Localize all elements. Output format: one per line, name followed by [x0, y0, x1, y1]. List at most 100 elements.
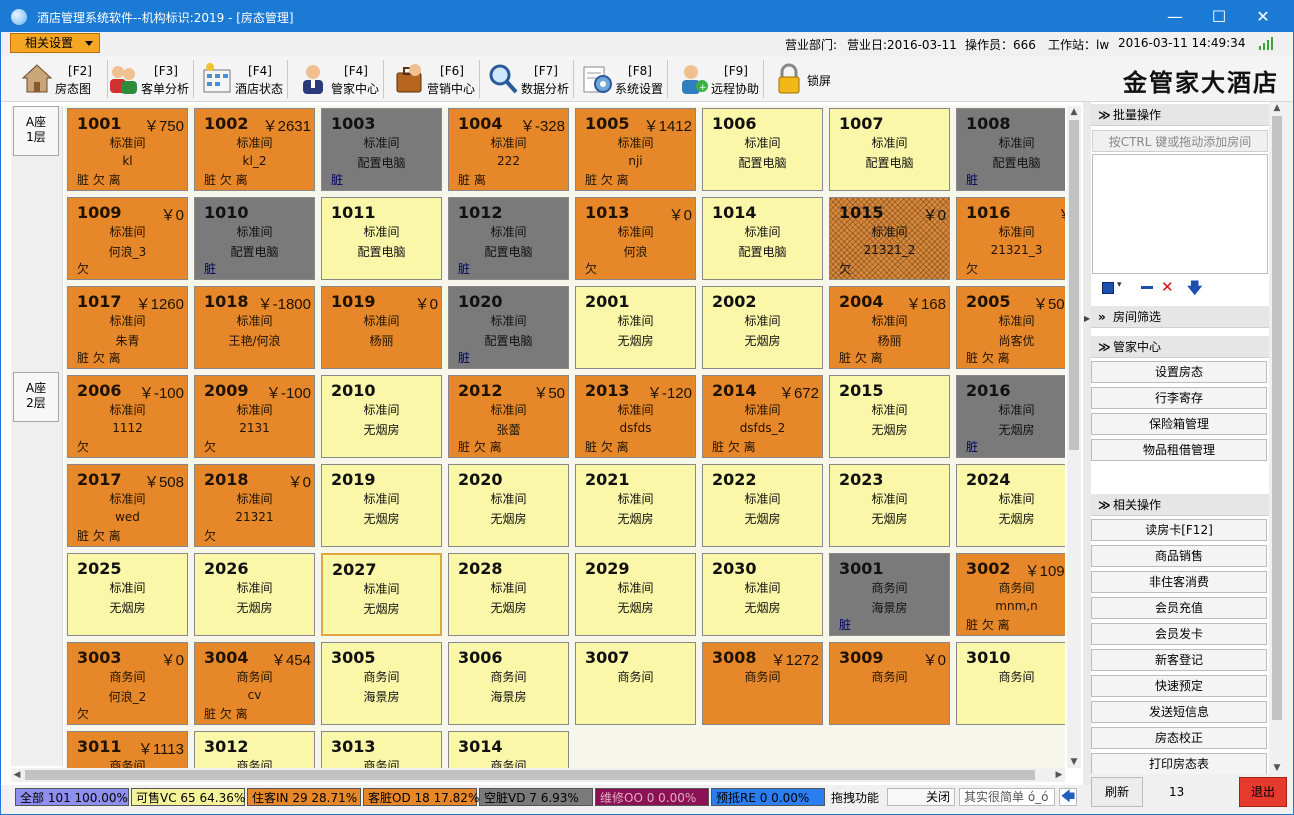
- room-tile-3013[interactable]: 3013 商务间: [321, 731, 442, 768]
- room-tile-2002[interactable]: 2002 标准间 无烟房: [702, 286, 823, 369]
- select-all-icon[interactable]: [1102, 282, 1114, 294]
- legend-item-3[interactable]: 住客IN 29 28.71%: [247, 788, 361, 806]
- related-button-5[interactable]: 会员发卡: [1091, 623, 1267, 645]
- delete-icon[interactable]: ✕: [1161, 278, 1174, 296]
- butler-center-header[interactable]: ≫ 管家中心: [1091, 336, 1269, 358]
- room-tile-2030[interactable]: 2030 标准间 无烟房: [702, 553, 823, 636]
- room-tile-2024[interactable]: 2024 标准间 无烟房: [956, 464, 1065, 547]
- room-tile-2006[interactable]: 2006 ￥-100 标准间 1112 欠: [67, 375, 188, 458]
- toolbar-button-9[interactable]: 锁屏: [773, 60, 831, 100]
- room-tile-1007[interactable]: 1007 标准间 配置电脑: [829, 108, 950, 191]
- scroll-thumb[interactable]: [1069, 120, 1079, 450]
- toolbar-button-5[interactable]: [F6] 营销中心: [393, 60, 477, 100]
- legend-item-1[interactable]: 全部 101 100.00%: [15, 788, 129, 806]
- room-tile-1015[interactable]: 1015 ￥0 标准间 21321_2 欠: [829, 197, 950, 280]
- legend-item-5[interactable]: 空脏VD 7 6.93%: [479, 788, 593, 806]
- toolbar-button-8[interactable]: + [F9] 远程协助: [677, 60, 761, 100]
- legend-item-2[interactable]: 可售VC 65 64.36%: [131, 788, 245, 806]
- panel-splitter[interactable]: ▶: [1083, 102, 1091, 785]
- room-tile-1006[interactable]: 1006 标准间 配置电脑: [702, 108, 823, 191]
- scroll-down-icon[interactable]: ▼: [1067, 756, 1081, 768]
- move-down-icon[interactable]: 🡇: [1187, 278, 1202, 303]
- room-tile-2025[interactable]: 2025 标准间 无烟房: [67, 553, 188, 636]
- room-tile-2029[interactable]: 2029 标准间 无烟房: [575, 553, 696, 636]
- room-tile-1017[interactable]: 1017 ￥1260 标准间 朱青脏 欠 离: [67, 286, 188, 369]
- room-tile-3004[interactable]: 3004 ￥454 商务间 cv 脏 欠 离: [194, 642, 315, 725]
- related-button-7[interactable]: 快速预定: [1091, 675, 1267, 697]
- room-tile-1010[interactable]: 1010 标准间 配置电脑脏: [194, 197, 315, 280]
- room-tile-1013[interactable]: 1013 ￥0 标准间 何浪欠: [575, 197, 696, 280]
- close-icon[interactable]: ✕: [1241, 1, 1285, 32]
- related-button-9[interactable]: 房态校正: [1091, 727, 1267, 749]
- right-panel-scrollbar[interactable]: ▲ ▼: [1269, 102, 1285, 774]
- room-tile-2028[interactable]: 2028 标准间 无烟房: [448, 553, 569, 636]
- room-tile-2013[interactable]: 2013 ￥-120 标准间 dsfds 脏 欠 离: [575, 375, 696, 458]
- room-tile-2014[interactable]: 2014 ￥672 标准间 dsfds_2 脏 欠 离: [702, 375, 823, 458]
- minimize-icon[interactable]: —: [1153, 1, 1197, 32]
- batch-ops-header[interactable]: ≫ 批量操作: [1091, 104, 1269, 126]
- room-tile-2009[interactable]: 2009 ￥-100 标准间 2131 欠: [194, 375, 315, 458]
- room-tile-2026[interactable]: 2026 标准间 无烟房: [194, 553, 315, 636]
- room-tile-1018[interactable]: 1018 ￥-1800 标准间 王艳/何浪: [194, 286, 315, 369]
- room-tile-3009[interactable]: 3009 ￥0 商务间: [829, 642, 950, 725]
- butler-button-1[interactable]: 设置房态: [1091, 361, 1267, 383]
- batch-room-list[interactable]: [1092, 154, 1268, 274]
- room-tile-1009[interactable]: 1009 ￥0 标准间 何浪_3 欠: [67, 197, 188, 280]
- exit-button[interactable]: 退出: [1239, 777, 1287, 807]
- related-settings-dropdown[interactable]: 相关设置: [10, 33, 100, 53]
- room-tile-2022[interactable]: 2022 标准间 无烟房: [702, 464, 823, 547]
- room-tile-3011[interactable]: 3011 ￥1113 商务间: [67, 731, 188, 768]
- room-tile-2020[interactable]: 2020 标准间 无烟房: [448, 464, 569, 547]
- scroll-left-icon[interactable]: ◀: [11, 768, 23, 782]
- floor-button-2[interactable]: A座 2层: [13, 372, 59, 422]
- related-button-2[interactable]: 商品销售: [1091, 545, 1267, 567]
- room-tile-2027[interactable]: 2027 标准间 无烟房: [321, 553, 442, 636]
- room-tile-3005[interactable]: 3005 商务间 海景房: [321, 642, 442, 725]
- room-tile-3008[interactable]: 3008 ￥1272 商务间: [702, 642, 823, 725]
- room-grid-vscrollbar[interactable]: ▲ ▼: [1067, 106, 1081, 768]
- room-tile-1005[interactable]: 1005 ￥1412 标准间 nji 脏 欠 离: [575, 108, 696, 191]
- room-tile-1002[interactable]: 1002 ￥2631 标准间 kl_2 脏 欠 离: [194, 108, 315, 191]
- legend-item-4[interactable]: 客脏OD 18 17.82%: [363, 788, 479, 806]
- related-button-8[interactable]: 发送短信息: [1091, 701, 1267, 723]
- toolbar-button-4[interactable]: [F4] 管家中心: [297, 60, 381, 100]
- butler-button-2[interactable]: 行李寄存: [1091, 387, 1267, 409]
- room-tile-1004[interactable]: 1004 ￥-328 标准间 222 脏 离: [448, 108, 569, 191]
- room-tile-3002[interactable]: 3002 ￥1092商务间 mnm,n 脏 欠 离: [956, 553, 1065, 636]
- drag-close-button[interactable]: 关闭: [887, 788, 955, 806]
- butler-button-4[interactable]: 物品租借管理: [1091, 439, 1267, 461]
- related-button-1[interactable]: 读房卡[F12]: [1091, 519, 1267, 541]
- room-filter-header[interactable]: » 房间筛选: [1091, 306, 1269, 328]
- room-tile-1011[interactable]: 1011 标准间 配置电脑: [321, 197, 442, 280]
- room-tile-2004[interactable]: 2004 ￥168 标准间 杨丽脏 欠 离: [829, 286, 950, 369]
- scroll-down-icon[interactable]: ▼: [1269, 762, 1285, 774]
- room-tile-2015[interactable]: 2015 标准间 无烟房: [829, 375, 950, 458]
- room-tile-1001[interactable]: 1001 ￥750 标准间 kl 脏 欠 离: [67, 108, 188, 191]
- collapse-arrow-icon[interactable]: ▶: [1084, 314, 1090, 323]
- room-tile-1008[interactable]: 1008 标准间 配置电脑脏: [956, 108, 1065, 191]
- room-tile-2017[interactable]: 2017 ￥508 标准间 wed 脏 欠 离: [67, 464, 188, 547]
- room-tile-2019[interactable]: 2019 标准间 无烟房: [321, 464, 442, 547]
- remove-icon[interactable]: [1141, 286, 1153, 289]
- room-tile-2012[interactable]: 2012 ￥50 标准间 张蕾脏 欠 离: [448, 375, 569, 458]
- scroll-up-icon[interactable]: ▲: [1269, 102, 1285, 114]
- room-tile-2018[interactable]: 2018 ￥0 标准间 21321 欠: [194, 464, 315, 547]
- room-tile-3012[interactable]: 3012 商务间: [194, 731, 315, 768]
- toolbar-button-3[interactable]: [F4] 酒店状态: [201, 60, 285, 100]
- arrow-left-icon[interactable]: 🡄: [1059, 788, 1077, 806]
- room-tile-1003[interactable]: 1003 标准间 配置电脑脏: [321, 108, 442, 191]
- scroll-up-icon[interactable]: ▲: [1067, 106, 1081, 118]
- room-grid-hscrollbar[interactable]: ◀ ▶: [11, 768, 1065, 782]
- toolbar-button-1[interactable]: [F2] 房态图: [21, 60, 105, 100]
- related-button-6[interactable]: 新客登记: [1091, 649, 1267, 671]
- related-button-10[interactable]: 打印房态表: [1091, 753, 1267, 774]
- refresh-button[interactable]: 刷新: [1091, 777, 1143, 807]
- legend-item-7[interactable]: 预抵RE 0 0.00%: [711, 788, 825, 806]
- room-tile-3010[interactable]: 3010 商务间: [956, 642, 1065, 725]
- room-tile-3007[interactable]: 3007 商务间: [575, 642, 696, 725]
- floor-button-1[interactable]: A座 1层: [13, 106, 59, 156]
- room-tile-3014[interactable]: 3014 商务间: [448, 731, 569, 768]
- room-tile-1016[interactable]: 1016 ￥ 标准间 21321_3 欠: [956, 197, 1065, 280]
- related-button-3[interactable]: 非住客消费: [1091, 571, 1267, 593]
- room-tile-3001[interactable]: 3001 商务间 海景房脏: [829, 553, 950, 636]
